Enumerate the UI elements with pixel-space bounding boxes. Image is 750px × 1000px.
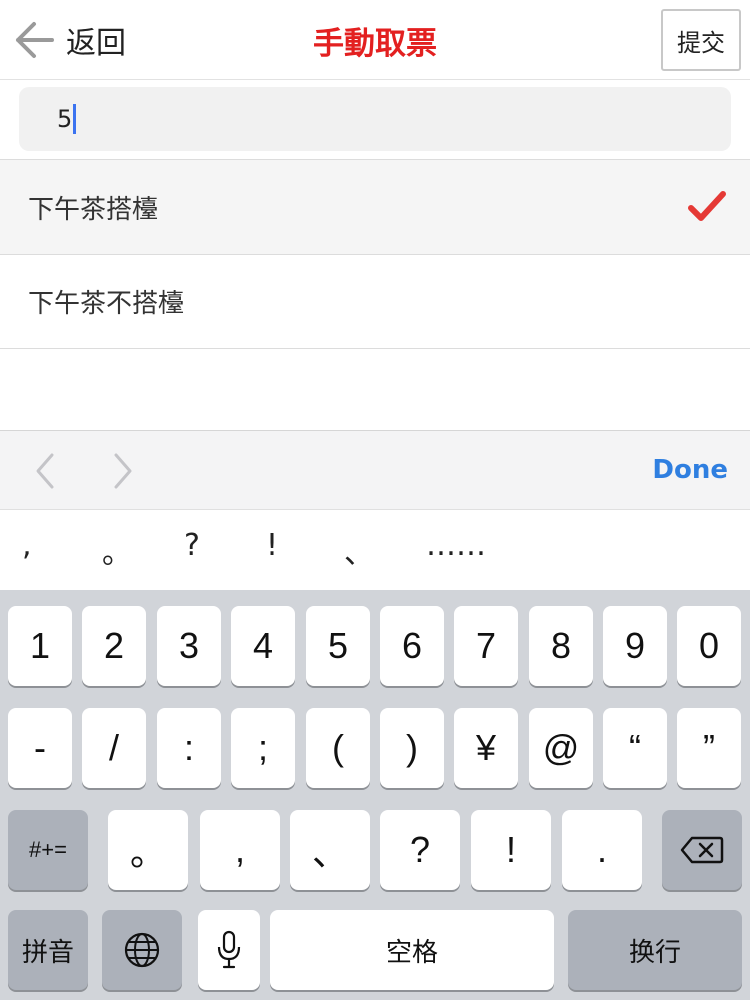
nav-bar: 返回 手動取票 提交 [0, 0, 750, 80]
key-dot[interactable]: . [562, 810, 642, 890]
search-input-value: 5 [57, 105, 73, 133]
list-item-label: 下午茶搭檯 [28, 194, 159, 225]
key-backspace[interactable] [662, 810, 742, 890]
key-pinyin[interactable]: 拼音 [8, 910, 88, 990]
candidate-exclamation[interactable]: ! [266, 528, 278, 563]
candidate-bar: , 。 ? ! 、 …… [0, 510, 750, 590]
key-6[interactable]: 6 [380, 606, 444, 686]
candidate-comma[interactable]: , [22, 528, 32, 563]
globe-icon [124, 932, 160, 968]
list-item-tea-shared-table[interactable]: 下午茶搭檯 [0, 160, 750, 255]
key-5[interactable]: 5 [306, 606, 370, 686]
key-at[interactable]: @ [529, 708, 593, 788]
search-input[interactable]: 5 [19, 87, 731, 151]
key-9[interactable]: 9 [603, 606, 667, 686]
candidate-period[interactable]: 。 [102, 528, 132, 572]
list-item-tea-no-shared-table[interactable]: 下午茶不搭檯 [0, 255, 750, 349]
key-slash[interactable]: / [82, 708, 146, 788]
done-button[interactable]: Done [652, 455, 728, 485]
key-full-stop[interactable]: 。 [108, 810, 188, 890]
key-question[interactable]: ? [380, 810, 460, 890]
checkmark-icon [688, 191, 726, 221]
key-exclamation[interactable]: ! [471, 810, 551, 890]
list-item-label: 下午茶不搭檯 [28, 289, 185, 319]
next-field-icon[interactable] [108, 449, 138, 493]
key-semicolon[interactable]: ; [231, 708, 295, 788]
key-yen[interactable]: ¥ [454, 708, 518, 788]
key-dictation[interactable] [198, 910, 260, 990]
key-right-quote[interactable]: ” [677, 708, 741, 788]
key-2[interactable]: 2 [82, 606, 146, 686]
keyboard-accessory-bar: Done [0, 430, 750, 510]
key-colon[interactable]: : [157, 708, 221, 788]
key-3[interactable]: 3 [157, 606, 221, 686]
key-left-paren[interactable]: ( [306, 708, 370, 788]
candidate-enumeration-comma[interactable]: 、 [344, 528, 374, 572]
key-left-quote[interactable]: “ [603, 708, 667, 788]
key-symbols-mode[interactable]: #+= [8, 810, 88, 890]
candidate-question[interactable]: ? [184, 528, 200, 563]
key-right-paren[interactable]: ) [380, 708, 444, 788]
search-area: 5 [0, 80, 750, 160]
key-8[interactable]: 8 [529, 606, 593, 686]
text-caret [73, 104, 77, 134]
key-0[interactable]: 0 [677, 606, 741, 686]
page-title: 手動取票 [313, 26, 437, 62]
microphone-icon [217, 930, 241, 969]
previous-field-icon[interactable] [30, 449, 60, 493]
key-1[interactable]: 1 [8, 606, 72, 686]
submit-button[interactable]: 提交 [661, 9, 741, 71]
key-comma[interactable]: , [200, 810, 280, 890]
keyboard: 1 2 3 4 5 6 7 8 9 0 - / : ; ( ) ¥ @ “ ” … [0, 590, 750, 1000]
key-globe[interactable] [102, 910, 182, 990]
backspace-icon [680, 836, 724, 864]
key-4[interactable]: 4 [231, 606, 295, 686]
key-space[interactable]: 空格 [270, 910, 554, 990]
key-enumeration-comma[interactable]: 、 [290, 810, 370, 890]
key-return[interactable]: 换行 [568, 910, 742, 990]
key-7[interactable]: 7 [454, 606, 518, 686]
candidate-ellipsis[interactable]: …… [426, 528, 486, 563]
key-hyphen[interactable]: - [8, 708, 72, 788]
